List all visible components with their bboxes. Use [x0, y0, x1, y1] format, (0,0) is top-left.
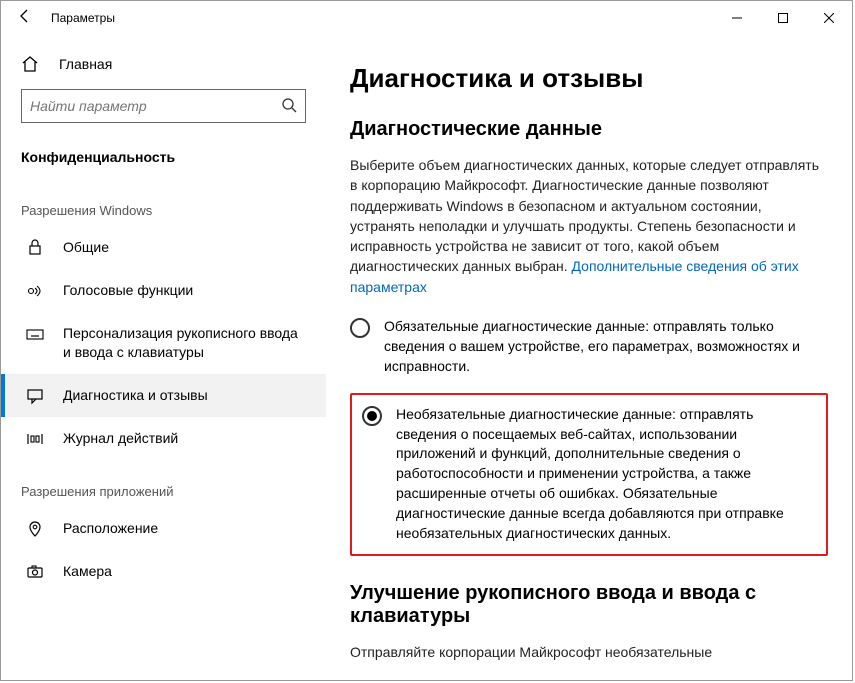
section-improve-inking: Улучшение рукописного ввода и ввода с кл…	[350, 582, 828, 628]
keyboard-icon	[25, 325, 45, 343]
group-app-permissions: Разрешения приложений	[1, 460, 326, 507]
close-button[interactable]	[806, 2, 852, 34]
maximize-button[interactable]	[760, 2, 806, 34]
diagnostic-radio-group: Обязательные диагностические данные: отп…	[350, 311, 828, 556]
group-windows-permissions: Разрешения Windows	[1, 179, 326, 226]
home-nav[interactable]: Главная	[1, 45, 326, 83]
section-diagnostic-data: Диагностические данные	[350, 118, 828, 141]
feedback-icon	[25, 387, 45, 405]
home-label: Главная	[59, 56, 112, 72]
radio-icon[interactable]	[350, 318, 370, 338]
radio-label: Необязательные диагностические данные: о…	[396, 405, 816, 544]
window-title: Параметры	[41, 11, 115, 25]
nav-diagnostics[interactable]: Диагностика и отзывы	[1, 374, 326, 417]
nav-speech[interactable]: Голосовые функции	[1, 269, 326, 312]
nav-label: Расположение	[63, 519, 306, 538]
nav-camera[interactable]: Камера	[1, 550, 326, 593]
search-box[interactable]	[21, 89, 306, 123]
back-button[interactable]	[9, 8, 41, 29]
nav-location[interactable]: Расположение	[1, 507, 326, 550]
page-title: Диагностика и отзывы	[350, 63, 828, 94]
nav-label: Персонализация рукописного ввода и ввода…	[63, 324, 306, 362]
nav-inking[interactable]: Персонализация рукописного ввода и ввода…	[1, 312, 326, 374]
camera-icon	[25, 563, 45, 581]
nav-label: Диагностика и отзывы	[63, 386, 306, 405]
minimize-button[interactable]	[714, 2, 760, 34]
location-icon	[25, 520, 45, 538]
titlebar: Параметры	[1, 1, 852, 35]
radio-icon[interactable]	[362, 406, 382, 426]
nav-activity[interactable]: Журнал действий	[1, 417, 326, 460]
nav-label: Общие	[63, 238, 306, 257]
nav-label: Камера	[63, 562, 306, 581]
activity-icon	[25, 430, 45, 448]
improve-inking-text: Отправляйте корпорации Майкрософт необяз…	[350, 642, 828, 662]
diagnostic-intro: Выберите объем диагностических данных, к…	[350, 155, 828, 297]
sidebar: Главная Конфиденциальность Разрешения Wi…	[1, 35, 326, 680]
home-icon	[21, 55, 43, 73]
nav-general[interactable]: Общие	[1, 226, 326, 269]
lock-icon	[25, 239, 45, 255]
nav-label: Голосовые функции	[63, 281, 306, 300]
search-input[interactable]	[30, 98, 281, 114]
speech-icon	[25, 282, 45, 300]
nav-label: Журнал действий	[63, 429, 306, 448]
radio-label: Обязательные диагностические данные: отп…	[384, 317, 828, 377]
main-content: Диагностика и отзывы Диагностические дан…	[326, 35, 852, 680]
radio-required-data[interactable]: Обязательные диагностические данные: отп…	[350, 311, 828, 383]
search-icon	[281, 97, 297, 116]
radio-optional-data[interactable]: Необязательные диагностические данные: о…	[350, 393, 828, 556]
section-header: Конфиденциальность	[1, 137, 326, 179]
